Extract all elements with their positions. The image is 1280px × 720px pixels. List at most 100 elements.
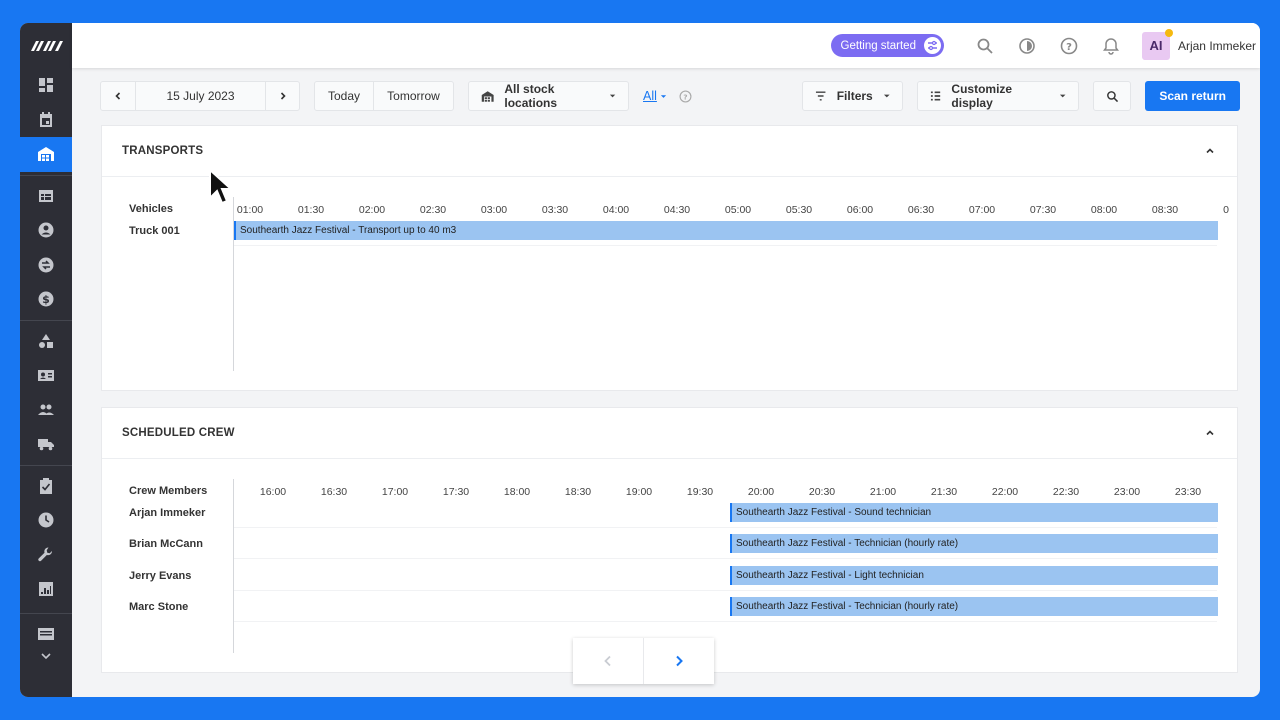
shapes-icon: [39, 333, 53, 348]
sidebar-item-more[interactable]: [20, 617, 72, 652]
app-window: $ Getting started ? AI Arjan Immeker 15 …: [20, 23, 1260, 697]
id-card-icon: [38, 370, 54, 382]
scheduled-crew-panel: SCHEDULED CREW Crew Members 16:00 16:30 17…: [101, 407, 1238, 673]
all-filter-link[interactable]: All: [643, 89, 657, 103]
help-button[interactable]: ?: [1048, 37, 1090, 55]
sidebar-item-planning[interactable]: [20, 179, 72, 214]
sidebar-item-products[interactable]: [20, 324, 72, 359]
time-tick: 01:30: [297, 204, 325, 216]
sidebar-item-transfers[interactable]: [20, 248, 72, 283]
notifications-button[interactable]: [1090, 37, 1132, 55]
booking-bar[interactable]: Southearth Jazz Festival - Sound technic…: [730, 503, 1218, 522]
filters-button[interactable]: Filters: [802, 81, 904, 111]
mouse-cursor-icon: [209, 168, 234, 205]
crew-members-column-header: Crew Members: [129, 485, 208, 497]
tomorrow-button[interactable]: Tomorrow: [373, 82, 453, 110]
top-bar: Getting started ? AI Arjan Immeker: [72, 23, 1260, 68]
theme-button[interactable]: [1006, 37, 1048, 55]
transfer-icon: [38, 257, 54, 273]
sidebar-item-time[interactable]: [20, 503, 72, 538]
svg-text:?: ?: [1066, 42, 1072, 53]
row-label: Brian McCann: [129, 538, 203, 550]
time-tick: 06:00: [846, 204, 874, 216]
time-tick: 03:00: [480, 204, 508, 216]
search-button[interactable]: [1093, 81, 1132, 111]
customize-display-button[interactable]: Customize display: [917, 81, 1080, 111]
time-tick: 23:30: [1174, 486, 1202, 498]
filter-icon: [816, 91, 826, 101]
sidebar-item-calendar[interactable]: [20, 103, 72, 138]
time-tick: 17:00: [381, 486, 409, 498]
chevron-left-icon: [604, 655, 611, 667]
sidebar-item-contacts[interactable]: [20, 213, 72, 248]
calendar-icon: [40, 111, 52, 127]
booking-bar[interactable]: Southearth Jazz Festival - Light technic…: [730, 566, 1218, 585]
search-icon: [1106, 90, 1118, 102]
booking-bar[interactable]: Southearth Jazz Festival - Technician (h…: [730, 534, 1218, 553]
caret-down-icon: [609, 94, 616, 98]
time-tick: 03:30: [541, 204, 569, 216]
bar-chart-icon: [39, 582, 53, 597]
caret-down-icon: [883, 94, 890, 98]
bell-icon: [1102, 37, 1119, 55]
date-picker[interactable]: 15 July 2023: [135, 82, 265, 110]
scan-return-button[interactable]: Scan return: [1145, 81, 1240, 111]
list-icon: [931, 91, 941, 101]
prev-date-button[interactable]: [101, 82, 135, 110]
chevron-up-icon[interactable]: [1203, 426, 1217, 440]
time-tick: 0: [1223, 204, 1229, 216]
time-tick: 21:00: [869, 486, 897, 498]
sidebar-item-crew-cards[interactable]: [20, 358, 72, 393]
pager-prev-button[interactable]: [573, 638, 643, 684]
filters-label: Filters: [836, 89, 873, 103]
app-logo[interactable]: [20, 23, 72, 68]
dashboard-icon: [39, 78, 53, 93]
time-tick: 07:30: [1029, 204, 1057, 216]
chevron-left-icon: [115, 92, 121, 100]
svg-text:?: ?: [683, 92, 687, 101]
caret-down-icon[interactable]: [660, 93, 667, 100]
quick-date-group: Today Tomorrow: [314, 81, 454, 111]
time-tick: 22:30: [1052, 486, 1080, 498]
sidebar-expand[interactable]: [20, 651, 72, 665]
user-name[interactable]: Arjan Immeker: [1178, 39, 1256, 53]
time-tick: 20:00: [747, 486, 775, 498]
sidebar-item-maintenance[interactable]: [20, 538, 72, 573]
crew-header: SCHEDULED CREW: [102, 408, 1237, 459]
stock-location-label: All stock locations: [504, 82, 558, 110]
people-icon: [38, 404, 54, 415]
time-tick: 21:30: [930, 486, 958, 498]
caret-down-icon: [1059, 94, 1066, 98]
today-button[interactable]: Today: [315, 82, 373, 110]
sidebar-item-finance[interactable]: $: [20, 282, 72, 317]
time-tick: 07:00: [968, 204, 996, 216]
time-tick: 08:00: [1090, 204, 1118, 216]
chevron-up-icon[interactable]: [1203, 144, 1217, 158]
sidebar-item-tasks[interactable]: [20, 469, 72, 504]
vehicles-column-header: Vehicles: [129, 203, 174, 215]
booking-bar[interactable]: Southearth Jazz Festival - Technician (h…: [730, 597, 1218, 616]
sidebar-item-crew[interactable]: [20, 393, 72, 428]
user-avatar[interactable]: AI: [1141, 28, 1173, 60]
time-tick: 20:30: [808, 486, 836, 498]
sidebar-item-warehouse[interactable]: [20, 137, 72, 172]
time-tick: 23:00: [1113, 486, 1141, 498]
sidebar-item-reports[interactable]: [20, 572, 72, 607]
time-tick: 19:00: [625, 486, 653, 498]
time-tick: 02:30: [419, 204, 447, 216]
time-tick: 04:30: [663, 204, 691, 216]
search-button[interactable]: [964, 37, 1006, 55]
stock-location-select[interactable]: All stock locations: [468, 81, 629, 111]
getting-started-label: Getting started: [840, 39, 916, 52]
booking-bar[interactable]: Southearth Jazz Festival - Transport up …: [234, 221, 1218, 240]
time-tick: 16:30: [320, 486, 348, 498]
sidebar-item-vehicles[interactable]: [20, 427, 72, 462]
svg-text:$: $: [42, 293, 50, 306]
pager-next-button[interactable]: [643, 638, 714, 684]
truck-icon: [38, 439, 54, 451]
time-tick: 16:00: [259, 486, 287, 498]
help-icon[interactable]: ?: [679, 90, 692, 103]
sidebar-item-dashboard[interactable]: [20, 68, 72, 103]
next-date-button[interactable]: [265, 82, 299, 110]
getting-started-button[interactable]: Getting started: [830, 34, 944, 57]
